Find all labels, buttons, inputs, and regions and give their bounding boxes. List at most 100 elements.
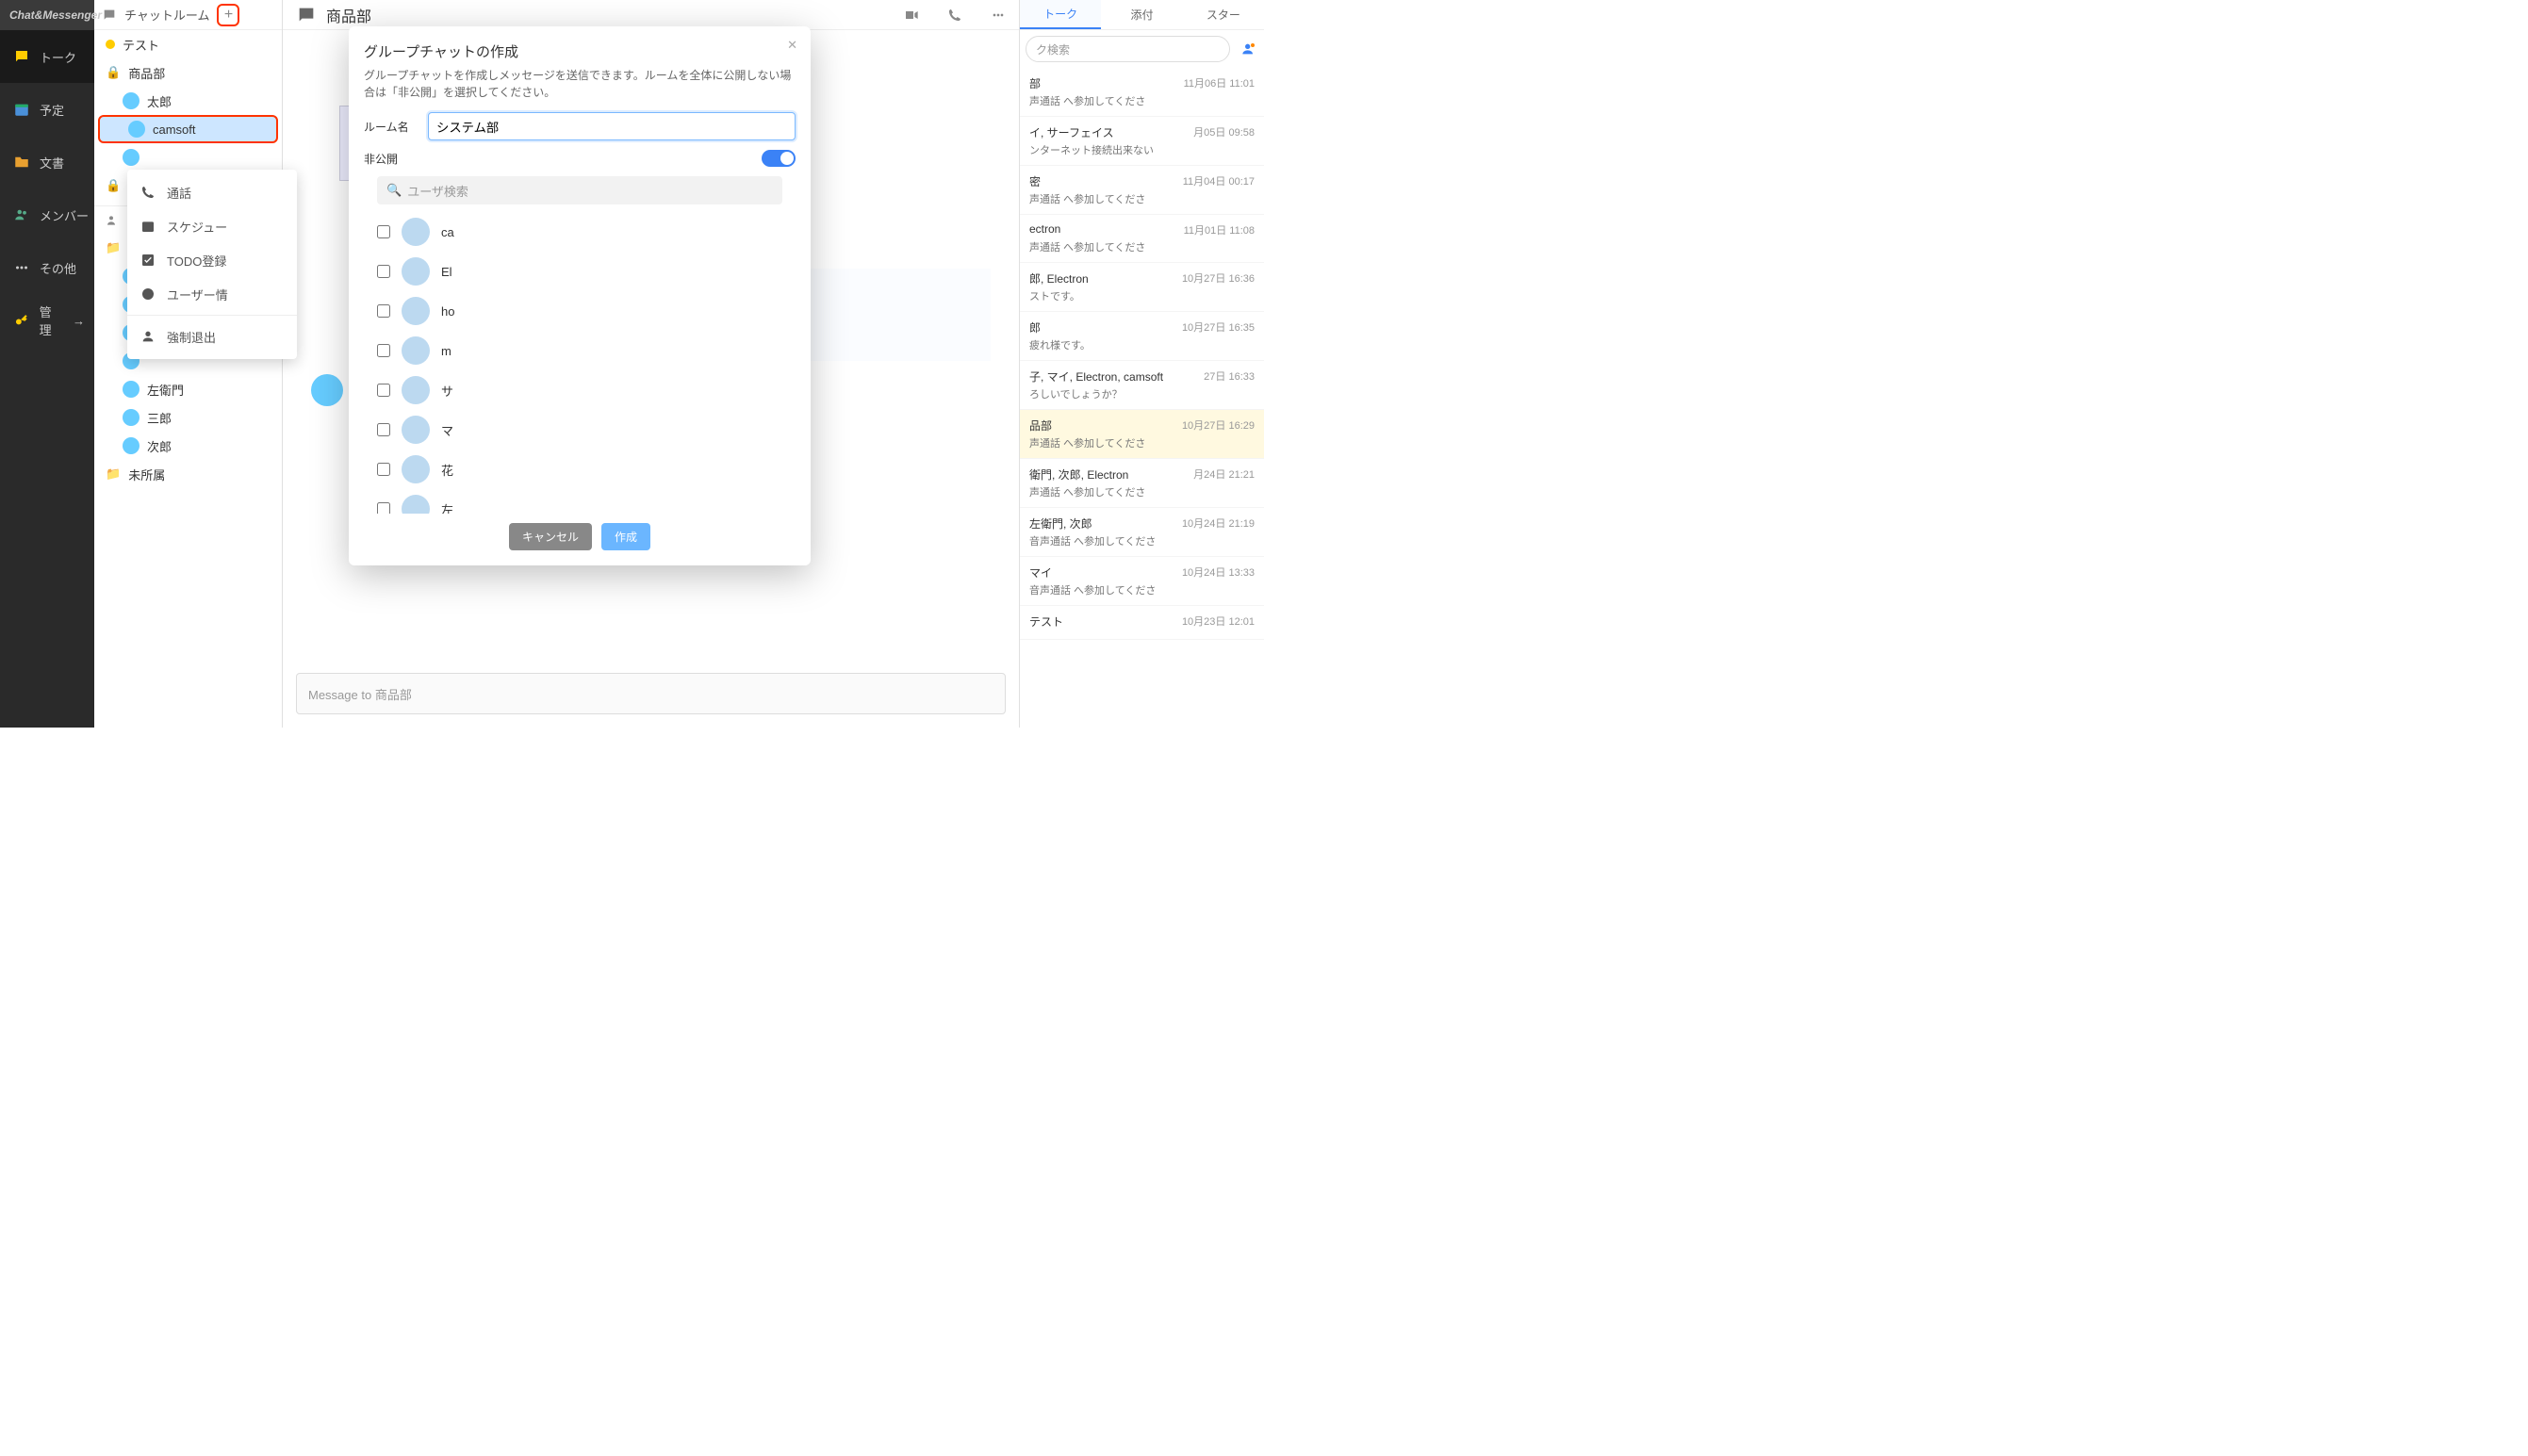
room-unassigned[interactable]: 📁未所属 <box>94 460 282 488</box>
folder-icon: 📁 <box>106 240 121 255</box>
calendar-icon <box>13 101 30 118</box>
nav-docs[interactable]: 文書 <box>0 136 94 188</box>
nav-talk[interactable]: トーク <box>0 30 94 83</box>
talk-item[interactable]: 衛門, 次郎, Electron月24日 21:21声通話 へ参加してくださ <box>1020 459 1264 508</box>
talk-list: 部11月06日 11:01声通話 へ参加してくださイ, サーフェイス月05日 0… <box>1020 68 1264 728</box>
nav-admin[interactable]: 管理→ <box>0 294 94 347</box>
modal-title: グループチャットの作成 <box>364 41 796 61</box>
modal-desc: グループチャットを作成しメッセージを送信できます。ルームを全体に公開しない場合は… <box>364 67 796 101</box>
user-row[interactable]: m <box>377 331 782 370</box>
user-checkbox[interactable] <box>377 225 390 238</box>
talk-item[interactable]: 部11月06日 11:01声通話 へ参加してくださ <box>1020 68 1264 117</box>
ctx-schedule[interactable]: スケジュー <box>127 209 297 243</box>
user-name: ca <box>441 225 454 239</box>
user-checkbox[interactable] <box>377 384 390 397</box>
chat-icon <box>102 8 117 23</box>
room-member[interactable]: 次郎 <box>94 432 282 460</box>
user-search-input[interactable]: 🔍 ユーザ検索 <box>377 176 782 204</box>
talk-item[interactable]: ectron11月01日 11:08声通話 へ参加してくださ <box>1020 215 1264 263</box>
add-user-icon[interactable] <box>1241 41 1256 57</box>
tab-star[interactable]: スター <box>1183 0 1264 29</box>
user-row[interactable]: 花 <box>377 450 782 489</box>
members-icon <box>13 206 30 223</box>
user-checkbox[interactable] <box>377 265 390 278</box>
talk-item[interactable]: 子, マイ, Electron, camsoft27日 16:33ろしいでしょう… <box>1020 361 1264 410</box>
avatar <box>402 257 430 286</box>
avatar <box>311 374 343 406</box>
tab-talk[interactable]: トーク <box>1020 0 1101 29</box>
lock-icon: 🔒 <box>106 65 121 80</box>
talk-item[interactable]: 左衛門, 次郎10月24日 21:19音声通話 へ参加してくださ <box>1020 508 1264 557</box>
ctx-userinfo[interactable]: ユーザー情 <box>127 277 297 311</box>
user-row[interactable]: 左 <box>377 489 782 514</box>
search-input[interactable]: ク検索 <box>1026 36 1230 62</box>
user-list: ca El ho mサマ花左 <box>364 212 796 514</box>
ctx-kick[interactable]: 強制退出 <box>127 319 297 353</box>
user-row[interactable]: マ <box>377 410 782 450</box>
create-group-modal: ✕ グループチャットの作成 グループチャットを作成しメッセージを送信できます。ル… <box>349 26 811 565</box>
avatar <box>402 455 430 483</box>
user-checkbox[interactable] <box>377 502 390 514</box>
room-test[interactable]: テスト <box>94 30 282 58</box>
room-list-header: チャットルーム + <box>94 0 282 30</box>
ctx-call[interactable]: 通話 <box>127 175 297 209</box>
private-label: 非公開 <box>364 151 417 167</box>
avatar <box>402 297 430 325</box>
private-toggle[interactable] <box>762 150 796 167</box>
folder-icon <box>13 154 30 171</box>
nav-other[interactable]: その他 <box>0 241 94 294</box>
key-icon <box>13 312 30 329</box>
room-member[interactable] <box>94 143 282 172</box>
talk-item[interactable]: テスト10月23日 12:01 <box>1020 606 1264 640</box>
user-name: マ <box>441 421 453 439</box>
avatar <box>402 416 430 444</box>
more-icon[interactable] <box>991 8 1006 23</box>
chat-icon <box>296 5 317 25</box>
room-name-input[interactable] <box>428 112 796 140</box>
talk-item[interactable]: 郎, Electron10月27日 16:36ストです。 <box>1020 263 1264 312</box>
more-icon <box>13 259 30 276</box>
user-row[interactable]: ca <box>377 212 782 252</box>
user-checkbox[interactable] <box>377 423 390 436</box>
user-checkbox[interactable] <box>377 463 390 476</box>
user-name: m <box>441 344 451 358</box>
room-member[interactable]: 三郎 <box>94 403 282 432</box>
user-checkbox[interactable] <box>377 304 390 318</box>
user-name: ho <box>441 304 454 319</box>
user-row[interactable]: El <box>377 252 782 291</box>
video-icon[interactable] <box>904 8 919 23</box>
nav-schedule[interactable]: 予定 <box>0 83 94 136</box>
ctx-todo[interactable]: TODO登録 <box>127 243 297 277</box>
tab-attach[interactable]: 添付 <box>1101 0 1182 29</box>
cancel-button[interactable]: キャンセル <box>509 523 592 550</box>
nav-sidebar: Chat&Messenger トーク 予定 文書 メンバー その他 管理→ <box>0 0 94 728</box>
room-member[interactable]: 左衛門 <box>94 375 282 403</box>
room-product[interactable]: 🔒商品部 <box>94 58 282 87</box>
talk-item[interactable]: マイ10月24日 13:33音声通話 へ参加してくださ <box>1020 557 1264 606</box>
calendar-icon <box>140 219 156 234</box>
message-input[interactable]: Message to 商品部 <box>296 673 1006 714</box>
talk-item[interactable]: 品部10月27日 16:29声通話 へ参加してくださ <box>1020 410 1264 459</box>
avatar <box>402 336 430 365</box>
nav-members[interactable]: メンバー <box>0 188 94 241</box>
close-icon[interactable]: ✕ <box>787 38 797 53</box>
app-logo: Chat&Messenger <box>0 0 94 30</box>
folder-icon: 📁 <box>106 466 121 482</box>
context-menu: 通話 スケジュー TODO登録 ユーザー情 強制退出 <box>127 170 297 359</box>
avatar <box>402 218 430 246</box>
info-icon <box>140 286 156 302</box>
talk-item[interactable]: 密11月04日 00:17声通話 へ参加してくださ <box>1020 166 1264 215</box>
create-button[interactable]: 作成 <box>601 523 650 550</box>
add-room-button[interactable]: + <box>217 4 239 26</box>
check-icon <box>140 253 156 268</box>
talk-item[interactable]: イ, サーフェイス月05日 09:58ンターネット接続出来ない <box>1020 117 1264 166</box>
phone-icon[interactable] <box>947 8 962 23</box>
room-member[interactable]: 太郎 <box>94 87 282 115</box>
user-row[interactable]: ho <box>377 291 782 331</box>
room-member-camsoft[interactable]: camsoft <box>98 115 278 143</box>
user-name: 花 <box>441 461 453 479</box>
talk-item[interactable]: 郎10月27日 16:35疲れ様です。 <box>1020 312 1264 361</box>
user-checkbox[interactable] <box>377 344 390 357</box>
user-row[interactable]: サ <box>377 370 782 410</box>
lock-icon: 🔒 <box>106 178 121 193</box>
